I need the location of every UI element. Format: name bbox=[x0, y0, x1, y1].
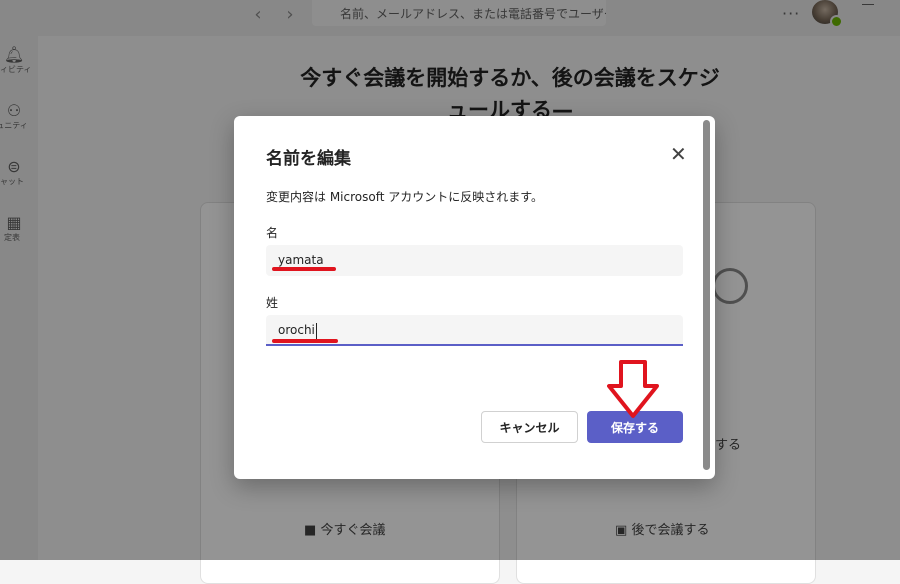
first-name-field[interactable]: yamata bbox=[266, 245, 683, 276]
first-name-label: 名 bbox=[266, 226, 279, 240]
edit-name-dialog: 名前を編集 ✕ 変更内容は Microsoft アカウントに反映されます。 名 … bbox=[234, 116, 715, 479]
annotation-underline bbox=[272, 267, 336, 271]
dialog-title: 名前を編集 bbox=[266, 149, 351, 169]
first-name-value: yamata bbox=[278, 253, 324, 267]
cancel-button[interactable]: キャンセル bbox=[481, 411, 578, 443]
annotation-underline bbox=[272, 339, 338, 343]
scrollbar[interactable] bbox=[703, 120, 710, 470]
annotation-arrow-icon bbox=[607, 360, 659, 418]
text-caret bbox=[315, 322, 317, 339]
last-name-label: 姓 bbox=[266, 296, 279, 310]
dialog-description: 変更内容は Microsoft アカウントに反映されます。 bbox=[266, 190, 544, 204]
last-name-value: orochi bbox=[278, 323, 315, 337]
close-icon[interactable]: ✕ bbox=[670, 144, 687, 164]
